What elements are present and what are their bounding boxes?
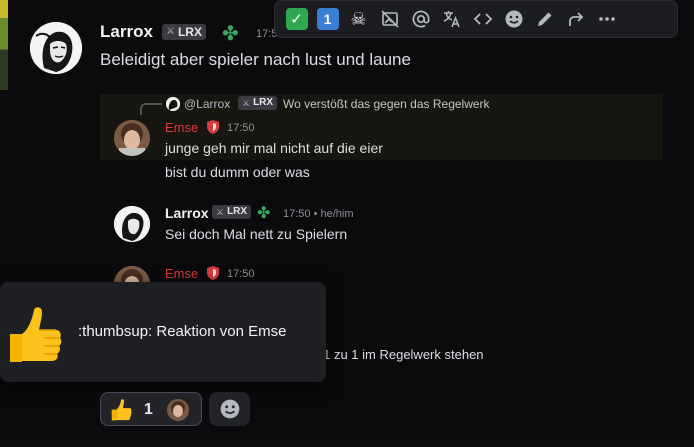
timestamp[interactable]: 17:50 (227, 268, 255, 280)
author-name-emse[interactable]: Emse (165, 266, 198, 281)
smiley-icon (505, 10, 522, 28)
forward-icon (568, 12, 583, 26)
shield-icon (207, 266, 219, 280)
reactor-avatar (167, 399, 189, 421)
chat-window: Larrox ⚔ LRX ✤ 17:5 Beleidigt aber spiel… (0, 0, 694, 447)
message-toolbar: ✓ 1 ☠ (274, 0, 678, 38)
reaction-count: 1 (144, 401, 153, 418)
thumbs-up-emoji-icon (111, 399, 132, 421)
at-sign-icon (412, 10, 429, 28)
tooltip-text: :thumbsup: Reaktion von Emse (78, 323, 287, 340)
image-off-icon (380, 10, 399, 28)
thumbs-up-reaction-button[interactable]: 1 (100, 392, 202, 426)
clover-icon: ✤ (257, 205, 271, 222)
thumbs-up-emoji-icon (10, 307, 62, 362)
skull-emoji-reaction-button[interactable]: ☠ (343, 3, 374, 35)
edit-button[interactable] (529, 3, 560, 35)
translate-icon (443, 11, 460, 28)
clan-tag-label: LRX (227, 206, 248, 217)
edge-strip (0, 0, 8, 90)
timestamp[interactable]: 17:50 (227, 122, 255, 134)
check-mark-emoji-icon: ✓ (285, 8, 308, 30)
shield-icon (207, 120, 219, 134)
keycap-one-emoji-icon: 1 (316, 8, 339, 30)
message-text-partial: s 1 zu 1 im Regelwerk stehen (313, 347, 484, 362)
add-reaction-button[interactable] (209, 392, 250, 426)
reply-ref-tag[interactable]: ⚔ LRX (238, 96, 278, 110)
keycap-one-emoji-reaction-button[interactable]: 1 (312, 3, 343, 35)
author-name-emse[interactable]: Emse (165, 120, 198, 135)
message-text: bist du dumm oder was (165, 164, 310, 180)
reply-ref-text[interactable]: Wo verstößt das gegen das Regelwerk (283, 97, 490, 111)
avatar-larrox[interactable] (114, 206, 150, 242)
hide-embeds-button[interactable] (374, 3, 405, 35)
check-mark-emoji-reaction-button[interactable]: ✓ (281, 3, 312, 35)
reply-ref-avatar[interactable] (166, 97, 180, 111)
reply-ref-tag-label: LRX (253, 97, 274, 108)
message-text: junge geh mir mal nicht auf die eier (165, 140, 383, 156)
clan-tag[interactable]: ⚔ LRX (212, 205, 252, 219)
clan-tag-label: LRX (177, 25, 202, 39)
skull-emoji-icon: ☠ (350, 8, 367, 29)
message-text: Beleidigt aber spieler nach lust und lau… (100, 50, 411, 69)
sword-icon: ⚔ (242, 98, 251, 108)
more-button[interactable] (591, 3, 622, 35)
pencil-icon (537, 12, 551, 26)
translate-button[interactable] (436, 3, 467, 35)
reply-ref-author[interactable]: @Larrox (184, 97, 230, 111)
author-name[interactable]: Larrox (100, 22, 153, 42)
forward-button[interactable] (560, 3, 591, 35)
timestamp[interactable]: 17:50 • he/him (283, 208, 354, 220)
avatar-larrox[interactable] (30, 22, 82, 74)
add-reaction-button[interactable] (498, 3, 529, 35)
more-dots-icon (598, 17, 615, 21)
sword-icon: ⚔ (166, 26, 175, 37)
reply-connector (140, 103, 162, 115)
clan-tag[interactable]: ⚔ LRX (162, 24, 206, 40)
mention-button[interactable] (405, 3, 436, 35)
author-name[interactable]: Larrox (165, 205, 209, 221)
message-text: Sei doch Mal nett zu Spielern (165, 226, 348, 242)
clover-icon: ✤ (222, 23, 239, 45)
smiley-icon (220, 399, 239, 419)
avatar-emse[interactable] (114, 120, 150, 156)
code-icon (473, 13, 492, 25)
code-button[interactable] (467, 3, 498, 35)
sword-icon: ⚔ (216, 207, 225, 217)
